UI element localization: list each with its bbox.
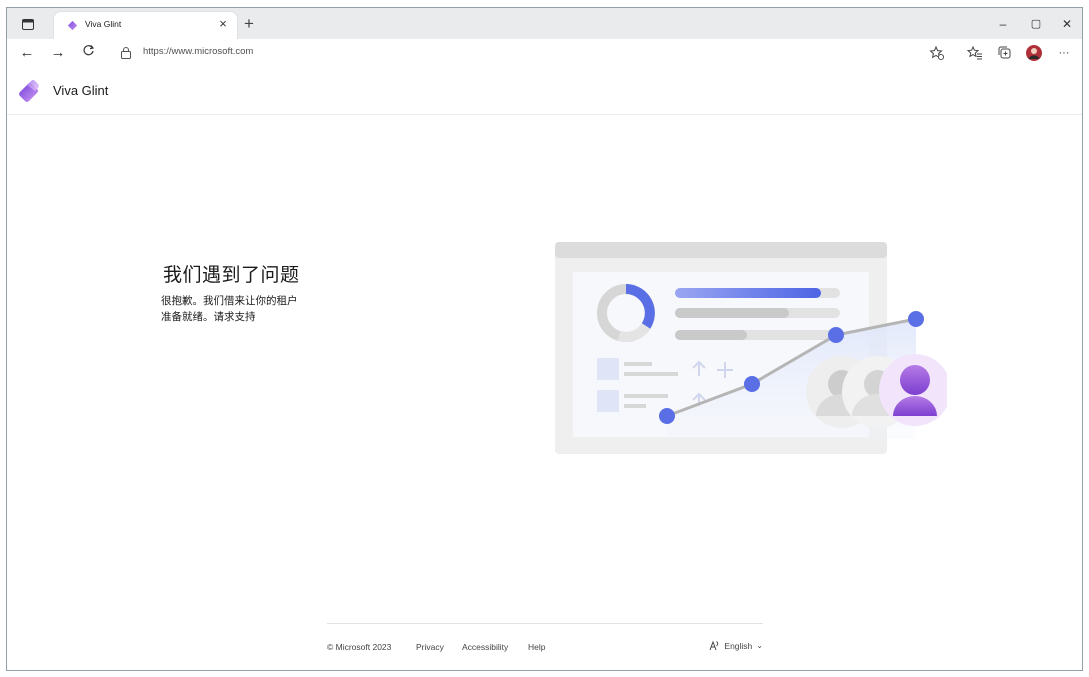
more-options-button[interactable]: ··· <box>1055 44 1073 62</box>
footer-link-privacy[interactable]: Privacy <box>416 642 444 652</box>
viva-glint-favicon-icon <box>67 20 78 31</box>
analytics-illustration <box>555 242 947 454</box>
brand-name: Viva Glint <box>53 83 109 98</box>
error-line-2: 准备就绪。请求支持 <box>161 311 256 323</box>
viva-glint-logo-icon[interactable] <box>17 79 41 103</box>
add-favorite-icon[interactable] <box>928 44 946 62</box>
back-arrow-icon[interactable]: ← <box>18 44 36 62</box>
chevron-down-icon[interactable]: ⌄ <box>756 641 763 650</box>
browser-window: Viva Glint × + – ▢ ✕ ← → https://www.mic… <box>6 7 1083 671</box>
refresh-icon[interactable] <box>79 44 97 62</box>
close-window-button[interactable]: ✕ <box>1053 14 1081 34</box>
footer-link-accessibility[interactable]: Accessibility <box>462 642 508 652</box>
tab-bar: Viva Glint × + – ▢ ✕ <box>7 8 1082 39</box>
language-label[interactable]: English <box>724 641 752 651</box>
footer-copyright: © Microsoft 2023 <box>327 642 392 652</box>
error-description: 很抱歉。我们借来让你的租户 准备就绪。请求支持 <box>161 293 331 325</box>
language-selector[interactable]: English ⌄ <box>709 640 763 651</box>
tab-close-icon[interactable]: × <box>216 16 230 32</box>
browser-toolbar: ← → https://www.microsoft.com ··· <box>7 39 1082 68</box>
favorites-icon[interactable] <box>966 44 984 62</box>
language-icon <box>709 640 719 651</box>
footer-divider <box>327 623 763 624</box>
forward-arrow-icon[interactable]: → <box>49 44 67 62</box>
lock-icon[interactable] <box>119 46 133 60</box>
tab-actions-icon[interactable] <box>20 16 36 32</box>
tab-title: Viva Glint <box>85 19 122 29</box>
new-tab-button[interactable]: + <box>239 14 259 34</box>
error-line-1: 很抱歉。我们借来让你的租户 <box>161 295 298 307</box>
collections-icon[interactable] <box>996 44 1014 62</box>
maximize-button[interactable]: ▢ <box>1022 14 1050 34</box>
footer: © Microsoft 2023 Privacy Accessibility H… <box>327 640 763 656</box>
address-bar[interactable]: https://www.microsoft.com <box>110 42 940 64</box>
app-header: Viva Glint <box>7 67 1082 115</box>
tab-viva-glint[interactable]: Viva Glint × <box>54 12 237 39</box>
error-title: 我们遇到了问题 <box>163 264 300 286</box>
footer-link-help[interactable]: Help <box>528 642 545 652</box>
profile-avatar-icon[interactable] <box>1025 44 1043 62</box>
minimize-button[interactable]: – <box>989 14 1017 34</box>
address-url[interactable]: https://www.microsoft.com <box>143 46 253 57</box>
